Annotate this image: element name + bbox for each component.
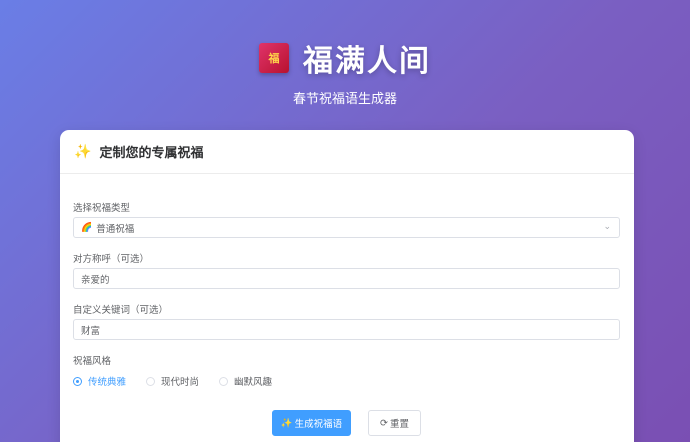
generate-button[interactable]: ✨ 生成祝福语 [272, 410, 351, 436]
fu-logo-icon: 福 [259, 43, 289, 73]
logo-char: 福 [268, 52, 280, 65]
sparkle-icon: ✨ [280, 417, 293, 429]
chevron-down-icon: ⌄ [603, 222, 611, 232]
title-row: 福 福满人间 [0, 36, 690, 80]
radio-unchecked-icon [219, 376, 229, 386]
keyword-value: 财富 [81, 325, 101, 337]
style-label: 祝福风格 [73, 356, 112, 367]
card-title: 定制您的专属祝福 [99, 146, 204, 161]
style-option-label: 传统典雅 [88, 377, 127, 388]
generate-label: 生成祝福语 [294, 419, 343, 430]
reset-label: 重置 [389, 419, 409, 430]
reset-button[interactable]: ⟳ 重置 [368, 410, 421, 436]
rainbow-icon: 🌈 [81, 222, 93, 233]
style-radio-humor[interactable]: 幽默风趣 [219, 374, 272, 388]
recipient-value: 亲爱的 [81, 274, 110, 286]
blessing-form-card: ✨ 定制您的专属祝福 选择祝福类型 🌈 普通祝福 ⌄ 对方称呼（可选） 亲爱的 … [60, 130, 634, 442]
style-radio-group: 传统典雅 现代时尚 幽默风趣 [73, 374, 272, 388]
radio-unchecked-icon [146, 376, 156, 386]
style-option-label: 现代时尚 [161, 377, 200, 388]
style-radio-traditional[interactable]: 传统典雅 [73, 374, 126, 388]
sparkles-icon: ✨ [74, 143, 92, 160]
refresh-icon: ⟳ [380, 417, 388, 429]
recipient-input[interactable]: 亲爱的 [73, 268, 620, 289]
style-radio-modern[interactable]: 现代时尚 [146, 374, 199, 388]
type-selected-value: 普通祝福 [96, 223, 135, 235]
style-option-label: 幽默风趣 [234, 377, 273, 388]
type-label: 选择祝福类型 [73, 203, 131, 214]
blessing-type-select[interactable]: 🌈 普通祝福 ⌄ [73, 217, 620, 238]
keyword-label: 自定义关键词（可选） [73, 305, 169, 316]
page-title: 福满人间 [303, 44, 431, 79]
recipient-label: 对方称呼（可选） [73, 254, 150, 265]
keyword-input[interactable]: 财富 [73, 319, 620, 340]
radio-checked-icon [73, 376, 82, 386]
card-header: ✨ 定制您的专属祝福 [60, 130, 634, 174]
page-subtitle: 春节祝福语生成器 [292, 92, 397, 107]
